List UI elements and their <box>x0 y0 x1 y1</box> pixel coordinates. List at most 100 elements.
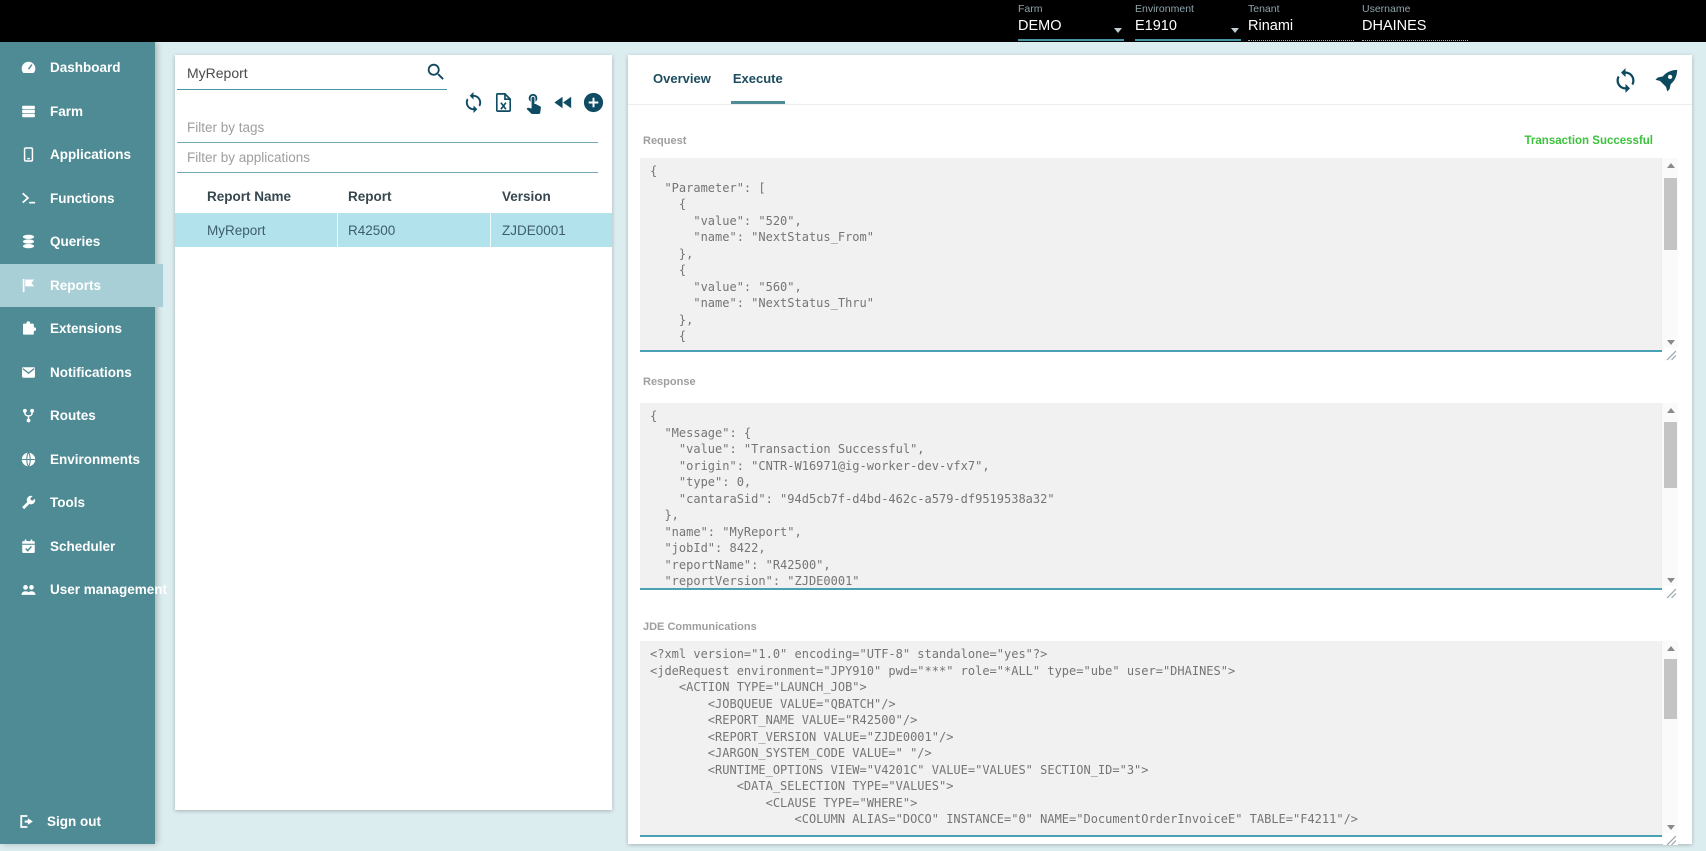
flag-icon <box>20 277 37 294</box>
report-search-input[interactable] <box>187 65 412 81</box>
environment-field[interactable]: Environment E1910 <box>1135 3 1241 41</box>
sidebar-item-label: Notifications <box>50 365 132 380</box>
response-section-label: Response <box>643 376 696 388</box>
sidebar-item-label: Queries <box>50 234 100 249</box>
calendar-check-icon <box>20 538 37 555</box>
request-code-text: { "Parameter": [ { "value": "520", "name… <box>640 158 1661 350</box>
cell-report[interactable]: R42500 <box>338 213 491 247</box>
tab-overview[interactable]: Overview <box>651 55 713 104</box>
scroll-up-icon[interactable] <box>1662 158 1679 173</box>
resize-grip-icon[interactable] <box>1663 586 1678 598</box>
excel-export-icon[interactable] <box>492 91 515 114</box>
tenant-label: Tenant <box>1248 3 1354 15</box>
sidebar-item-label: Reports <box>50 278 101 293</box>
tab-execute[interactable]: Execute <box>731 55 785 104</box>
tenant-value[interactable]: Rinami <box>1248 18 1354 34</box>
environment-label: Environment <box>1135 3 1241 15</box>
sidebar-item-label: Dashboard <box>50 60 121 75</box>
search-icon[interactable] <box>425 61 447 83</box>
username-value[interactable]: DHAINES <box>1362 18 1468 34</box>
server-stack-icon <box>20 103 37 120</box>
sidebar-item-scheduler[interactable]: Scheduler <box>0 525 155 569</box>
chevron-down-icon[interactable] <box>1114 28 1122 33</box>
username-label: Username <box>1362 3 1468 15</box>
column-header-report: Report <box>338 189 491 204</box>
jde-scrollbar[interactable] <box>1661 641 1678 835</box>
envelope-icon <box>20 364 37 381</box>
environment-value[interactable]: E1910 <box>1135 18 1241 34</box>
reports-table-header: Report Name Report Version <box>175 180 612 213</box>
hand-pointer-icon[interactable] <box>522 91 545 114</box>
sidebar-item-label: User management <box>50 582 167 597</box>
resize-grip-icon[interactable] <box>1663 348 1678 360</box>
farm-value[interactable]: DEMO <box>1018 18 1124 34</box>
reports-list-panel: Report Name Report Version MyReport R425… <box>175 55 612 810</box>
tablet-icon <box>20 146 37 163</box>
puzzle-icon <box>20 320 37 337</box>
request-code-area[interactable]: { "Parameter": [ { "value": "520", "name… <box>640 158 1678 350</box>
request-section-label: Request <box>643 135 686 147</box>
rewind-icon[interactable] <box>552 91 575 114</box>
column-header-report-name: Report Name <box>175 189 338 204</box>
tenant-field[interactable]: Tenant Rinami <box>1248 3 1354 41</box>
refresh-icon[interactable] <box>462 91 485 114</box>
sign-out-icon <box>18 813 35 830</box>
sidebar-item-label: Farm <box>50 104 83 119</box>
detail-tabbar: Overview Execute <box>628 55 1692 105</box>
database-icon <box>20 233 37 250</box>
sidebar-item-applications[interactable]: Applications <box>0 133 155 177</box>
sidebar-item-dashboard[interactable]: Dashboard <box>0 46 155 90</box>
scrollbar-thumb[interactable] <box>1664 178 1677 250</box>
scroll-up-icon[interactable] <box>1662 641 1679 656</box>
request-scrollbar[interactable] <box>1661 158 1678 350</box>
farm-field[interactable]: Farm DEMO <box>1018 3 1124 41</box>
sign-out-button[interactable]: Sign out <box>0 800 155 842</box>
sidebar-item-environments[interactable]: Environments <box>0 438 155 482</box>
sidebar: Dashboard Farm Applications Functions Qu… <box>0 42 155 844</box>
sign-out-label: Sign out <box>47 814 101 829</box>
filter-applications-input[interactable] <box>187 150 577 165</box>
scrollbar-thumb[interactable] <box>1664 659 1677 719</box>
filter-by-applications-field[interactable] <box>177 145 598 173</box>
farm-label: Farm <box>1018 3 1124 15</box>
sidebar-item-queries[interactable]: Queries <box>0 220 155 264</box>
username-field[interactable]: Username DHAINES <box>1362 3 1468 41</box>
cell-version[interactable]: ZJDE0001 <box>491 213 612 247</box>
sidebar-item-extensions[interactable]: Extensions <box>0 307 155 351</box>
report-detail-panel: Overview Execute Request Transaction Suc… <box>628 55 1692 844</box>
sidebar-item-functions[interactable]: Functions <box>0 177 155 221</box>
sidebar-item-routes[interactable]: Routes <box>0 394 155 438</box>
column-header-version: Version <box>491 189 612 204</box>
jde-communications-code-text: <?xml version="1.0" encoding="UTF-8" sta… <box>640 641 1661 835</box>
filter-tags-input[interactable] <box>187 120 577 135</box>
branch-icon <box>20 407 37 424</box>
sidebar-item-user-management[interactable]: User management <box>0 568 155 612</box>
sidebar-item-notifications[interactable]: Notifications <box>0 351 155 395</box>
sidebar-item-reports[interactable]: Reports <box>0 264 163 308</box>
sidebar-item-tools[interactable]: Tools <box>0 481 155 525</box>
chevron-down-icon[interactable] <box>1231 28 1239 33</box>
sidebar-item-label: Functions <box>50 191 115 206</box>
cell-report-name[interactable]: MyReport <box>175 213 338 247</box>
sidebar-item-farm[interactable]: Farm <box>0 90 155 134</box>
terminal-icon <box>20 190 37 207</box>
jde-communications-code-area[interactable]: <?xml version="1.0" encoding="UTF-8" sta… <box>640 641 1678 835</box>
response-code-text: { "Message": { "value": "Transaction Suc… <box>640 403 1661 588</box>
resize-grip-icon[interactable] <box>1663 833 1678 845</box>
wrench-icon <box>20 494 37 511</box>
response-code-area[interactable]: { "Message": { "value": "Transaction Suc… <box>640 403 1678 588</box>
filter-by-tags-field[interactable] <box>177 115 598 143</box>
refresh-icon[interactable] <box>1612 67 1639 94</box>
sidebar-item-label: Environments <box>50 452 140 467</box>
scroll-up-icon[interactable] <box>1662 403 1679 418</box>
sidebar-item-label: Scheduler <box>50 539 115 554</box>
table-row-myreport[interactable]: MyReport R42500 ZJDE0001 <box>175 213 612 247</box>
reports-toolbar <box>462 91 605 114</box>
sidebar-item-label: Applications <box>50 147 131 162</box>
add-circle-icon[interactable] <box>582 91 605 114</box>
response-scrollbar[interactable] <box>1661 403 1678 588</box>
transaction-status-badge: Transaction Successful <box>1525 135 1653 147</box>
report-search-field[interactable] <box>177 59 447 90</box>
rocket-execute-icon[interactable] <box>1653 67 1680 94</box>
scrollbar-thumb[interactable] <box>1664 422 1677 488</box>
